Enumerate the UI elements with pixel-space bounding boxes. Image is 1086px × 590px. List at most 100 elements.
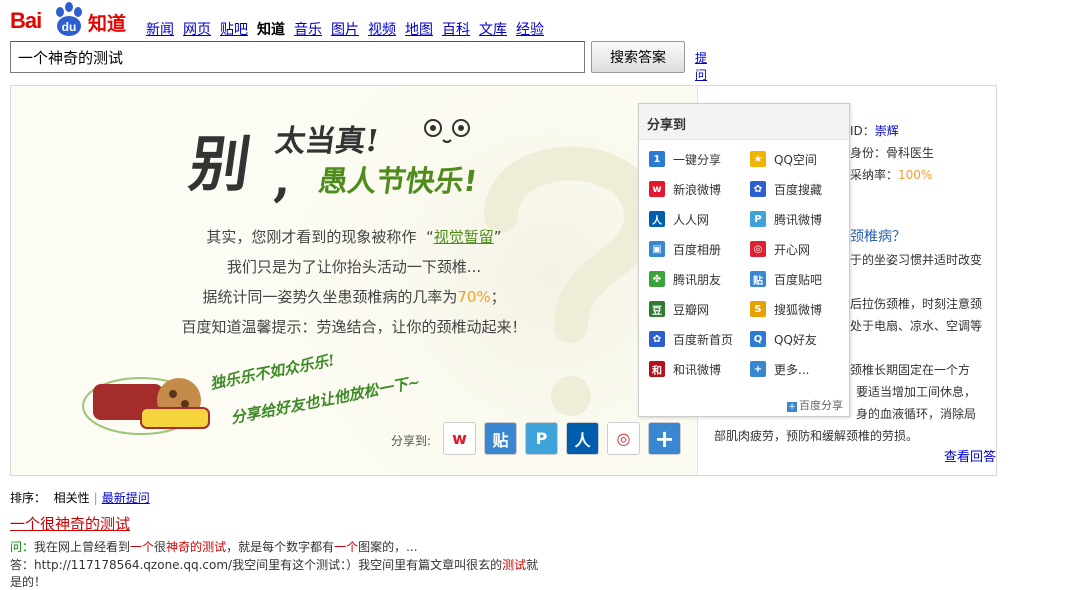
text-line-4: 百度知道温馨提示：劳逸结合，让你的颈椎动起来！	[181, 318, 527, 336]
q-text: 图案的，...	[358, 540, 418, 554]
nav-wenku[interactable]: 文库	[479, 19, 507, 39]
headline-comma: ,	[273, 148, 291, 207]
expert-name-link[interactable]: 崇辉	[875, 124, 899, 138]
renren-share-icon[interactable]: 人	[566, 422, 599, 455]
share-popup-title: 分享到	[639, 104, 849, 140]
nav-baike[interactable]: 百科	[442, 19, 470, 39]
q-text: ，就是每个数字都有	[226, 540, 335, 554]
qq-friend-icon: Q	[750, 331, 766, 347]
baidu-soucang-icon: ✿	[750, 181, 766, 197]
share-item-label: 更多...	[774, 362, 810, 377]
share-baidu-album[interactable]: ▣ 百度相册	[649, 241, 750, 257]
nav-images[interactable]: 图片	[331, 19, 359, 39]
view-answer-link[interactable]: 查看回答	[944, 446, 996, 465]
expert-id: ID：崇辉	[850, 122, 899, 139]
baidu-share-label: 百度分享	[799, 399, 843, 412]
text-line-3: 据统计同一姿势久坐患颈椎病的几率为70%；	[11, 286, 697, 307]
kaixin-icon: ◎	[750, 241, 766, 257]
weibo-share-icon[interactable]: w	[443, 422, 476, 455]
kaixin-share-icon[interactable]: ◎	[607, 422, 640, 455]
share-fun-badge-icon	[82, 377, 210, 435]
slogan-line-1: 独乐乐不如众乐乐!	[208, 351, 337, 393]
share-item-label: 人人网	[673, 212, 710, 227]
sina-weibo-icon: w	[649, 181, 665, 197]
share-hexun-weibo[interactable]: 和和讯微博	[649, 361, 750, 377]
q-text: 我在网上曾经看到	[34, 540, 131, 554]
top-nav: 新闻 网页 贴吧 知道 音乐 图片 视频 地图 百科 文库 经验	[146, 19, 544, 39]
baidu-share-footer[interactable]: + 百度分享	[787, 397, 843, 413]
share-qq-friend[interactable]: Q QQ好友	[750, 331, 851, 347]
nav-news[interactable]: 新闻	[146, 19, 174, 39]
funny-face-icon	[424, 119, 470, 143]
logo-text-zhidao: 知道	[88, 13, 127, 35]
more-share-icon[interactable]: +	[648, 422, 681, 455]
qzone-icon: ★	[750, 151, 766, 167]
share-item-label: 百度搜藏	[774, 182, 823, 197]
baidu-homepage-icon: ✿	[649, 331, 665, 347]
sort-separator: |	[93, 491, 98, 505]
result-answer-line: 答：http://117178564.qzone.qq.com/我空间里有这个测…	[10, 556, 538, 573]
a-highlight: 测试	[502, 558, 527, 572]
baidu-share-icon: +	[787, 402, 797, 412]
nav-zhidao[interactable]: 知道	[257, 19, 285, 39]
a-text: http://117178564.qzone.qq.com/我空间里有这个测试：…	[34, 558, 503, 572]
share-sina-weibo[interactable]: w 新浪微博	[649, 181, 750, 197]
share-to-label: 分享到:	[391, 434, 432, 448]
share-item-label: 新浪微博	[673, 182, 722, 197]
answer-label: 答：	[10, 558, 35, 572]
more-icon: +	[750, 361, 766, 377]
share-douban[interactable]: 豆豆瓣网	[649, 301, 750, 317]
share-item-label: 搜狐微博	[774, 302, 823, 317]
headline-april-fools: 愚人节快乐!	[316, 164, 480, 198]
headline-big-char: 别	[185, 130, 256, 200]
share-qzone[interactable]: ★ QQ空间	[750, 151, 851, 167]
share-onekey[interactable]: 1 一键分享	[649, 151, 750, 167]
share-sohu-weibo[interactable]: S 搜狐微博	[750, 301, 851, 317]
expert-rate: 采纳率：100%	[850, 166, 932, 183]
text-line-1: 其实，您刚才看到的现象被称作 “视觉暂留”	[11, 226, 697, 247]
visual-persistence-link[interactable]: 视觉暂留	[434, 228, 494, 246]
result-answer-more: 是的！	[10, 575, 47, 589]
nav-tieba[interactable]: 贴吧	[220, 19, 248, 39]
banner-share-icons: w 贴 P 人 ◎ +	[443, 422, 681, 455]
share-renren[interactable]: 人人人网	[649, 211, 750, 227]
share-tencent-pengyou[interactable]: ✤ 腾讯朋友	[649, 271, 750, 287]
q-highlight: 一个	[334, 540, 359, 554]
share-tencent-weibo[interactable]: P 腾讯微博	[750, 211, 851, 227]
rate-label: 采纳率：	[850, 168, 899, 182]
share-item-label: QQ空间	[774, 152, 817, 167]
banner-area: 别 太当真! , 愚人节快乐! 其实，您刚才看到的现象被称作 “视觉暂留” 我们…	[11, 86, 697, 475]
result-title-link[interactable]: 一个很神奇的测试	[10, 513, 130, 534]
ask-question-link[interactable]: 提问	[695, 49, 707, 83]
renren-icon: 人	[649, 211, 665, 227]
line1-quote-open: “	[425, 228, 434, 246]
text-line-2: 我们只是为了让你抬头活动一下颈椎...	[226, 258, 482, 276]
share-baidu-tieba[interactable]: 贴百度贴吧	[750, 271, 851, 287]
nav-map[interactable]: 地图	[405, 19, 433, 39]
top-bar: Bai du 知道 新闻 网页 贴吧 知道 音乐 图片 视频 地图 百科 文库 …	[10, 0, 1086, 40]
nav-web[interactable]: 网页	[183, 19, 211, 39]
search-input[interactable]	[10, 41, 585, 73]
baidu-tieba-icon: 贴	[750, 271, 766, 287]
onekey-icon: 1	[649, 151, 665, 167]
line1-text: 其实，您刚才看到的现象被称作	[206, 228, 417, 246]
share-baidu-homepage[interactable]: ✿ 百度新首页	[649, 331, 750, 347]
share-item-label: 百度相册	[673, 242, 722, 257]
search-answers-button[interactable]: 搜索答案	[591, 41, 685, 73]
nav-video[interactable]: 视频	[368, 19, 396, 39]
sort-latest-link[interactable]: 最新提问	[102, 491, 150, 505]
share-item-label: 开心网	[774, 242, 811, 257]
line3-end: ；	[490, 288, 506, 306]
share-baidu-soucang[interactable]: ✿ 百度搜藏	[750, 181, 851, 197]
nav-jingyan[interactable]: 经验	[516, 19, 544, 39]
baidu-zhidao-logo[interactable]: Bai du 知道	[10, 2, 140, 38]
share-more[interactable]: + 更多...	[750, 361, 851, 377]
line3-text: 据统计同一姿势久坐患颈椎病的几率为	[202, 288, 458, 306]
tieba-share-icon[interactable]: 贴	[484, 422, 517, 455]
sort-relevance[interactable]: 相关性	[54, 491, 90, 505]
share-kaixin[interactable]: ◎ 开心网	[750, 241, 851, 257]
share-item-label: 一键分享	[673, 152, 722, 167]
sort-label: 排序：	[10, 491, 47, 505]
nav-music[interactable]: 音乐	[294, 19, 322, 39]
tencent-weibo-share-icon[interactable]: P	[525, 422, 558, 455]
